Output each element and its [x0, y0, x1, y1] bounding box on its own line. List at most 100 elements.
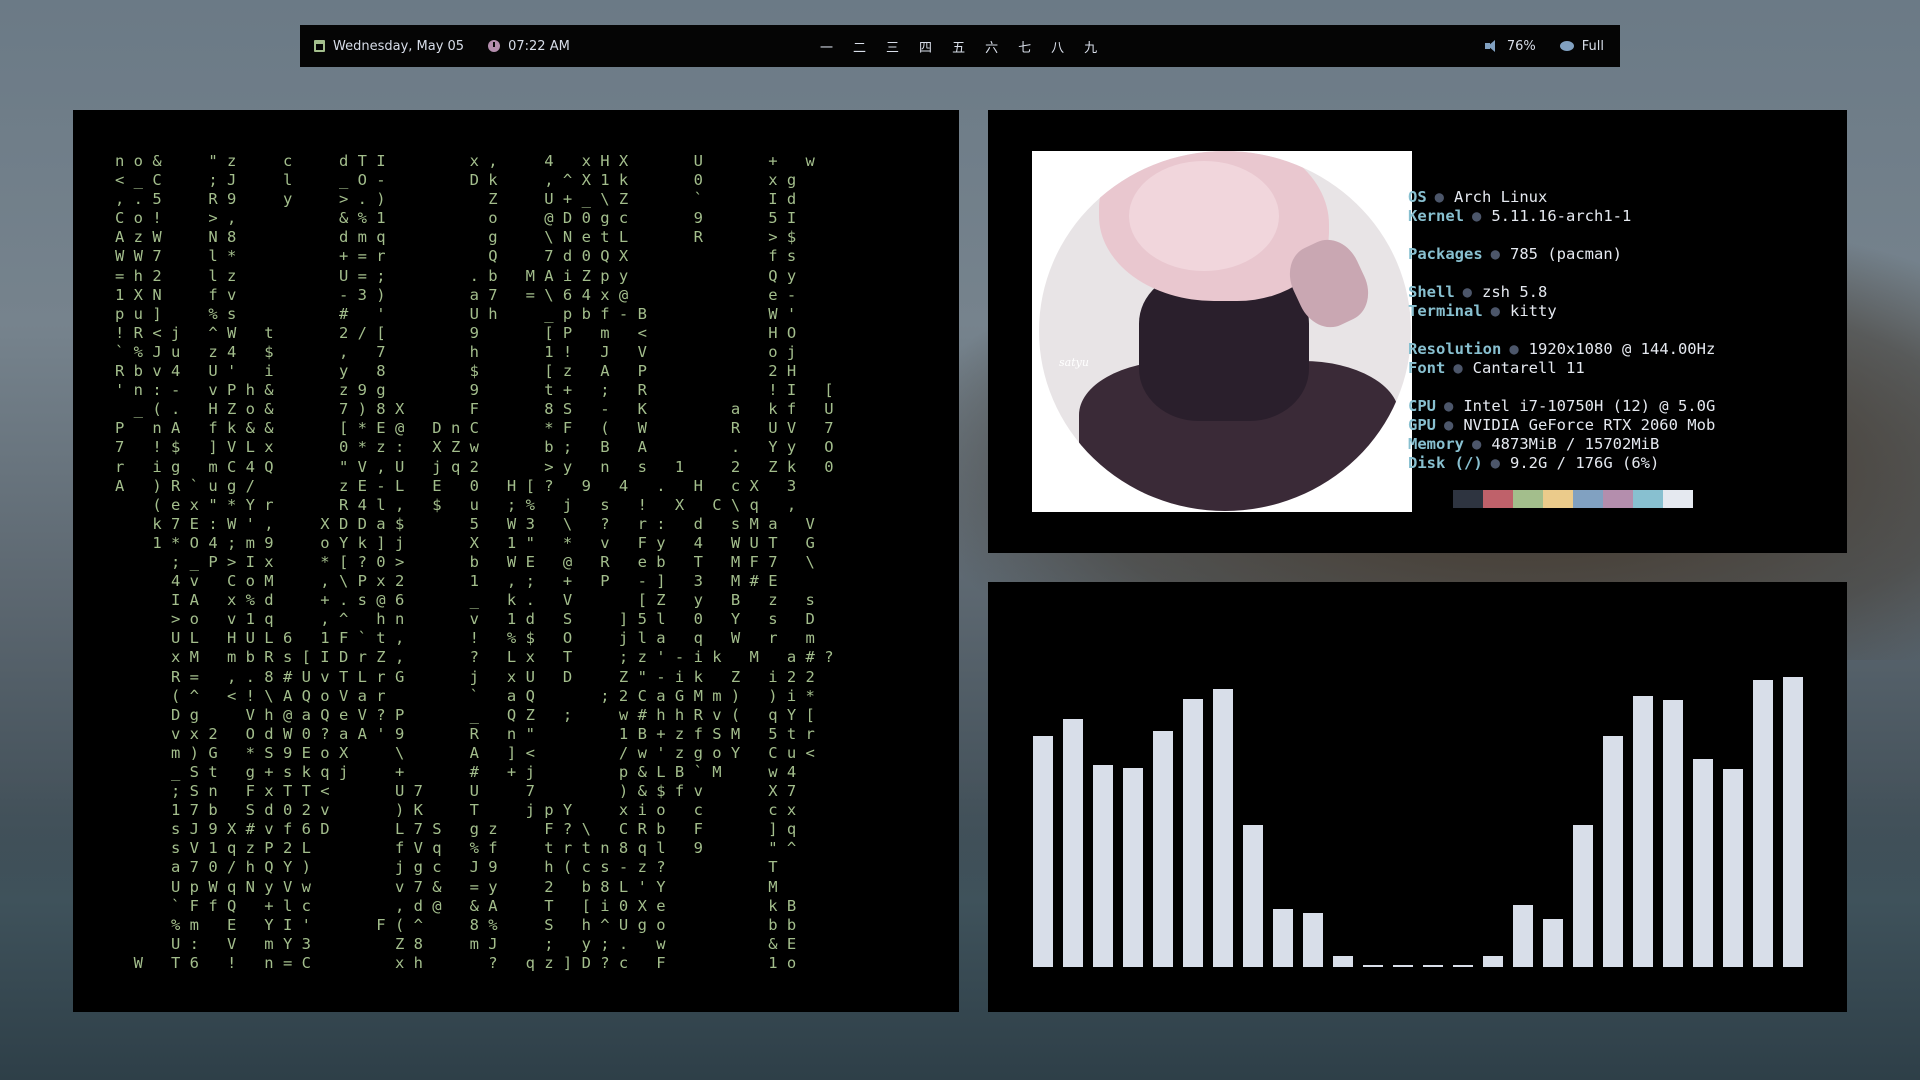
visualizer-bar — [1423, 965, 1443, 967]
workspace-2[interactable]: 二 — [853, 37, 866, 56]
workspace-3[interactable]: 三 — [886, 37, 899, 56]
bullet-icon: ● — [1490, 454, 1500, 472]
palette-swatch — [1633, 490, 1663, 508]
visualizer-bar — [1273, 909, 1293, 967]
info-value: 785 (pacman) — [1510, 245, 1622, 263]
info-row: Kernel ● 5.11.16-arch1-1 — [1408, 207, 1715, 226]
bullet-icon: ● — [1490, 302, 1500, 320]
bullet-icon: ● — [1509, 340, 1519, 358]
workspace-5[interactable]: 五 — [952, 37, 965, 56]
visualizer-bar — [1693, 759, 1713, 967]
bullet-icon: ● — [1490, 245, 1500, 263]
bullet-icon: ● — [1444, 416, 1454, 434]
info-key: Font — [1408, 359, 1446, 377]
info-key: Resolution — [1408, 340, 1502, 358]
bullet-icon: ● — [1472, 435, 1482, 453]
workspace-1[interactable]: 一 — [820, 37, 833, 56]
info-value: kitty — [1510, 302, 1557, 320]
info-value: 1920x1080 @ 144.00Hz — [1528, 340, 1716, 358]
info-row: Shell ● zsh 5.8 — [1408, 283, 1715, 302]
info-row: CPU ● Intel i7-10750H (12) @ 5.0G — [1408, 397, 1715, 416]
visualizer-bar — [1183, 699, 1203, 967]
visualizer-bar — [1783, 677, 1803, 967]
visualizer-bar — [1603, 736, 1623, 967]
palette-swatch — [1483, 490, 1513, 508]
visualizer-bar — [1723, 769, 1743, 967]
visualizer-bar — [1633, 696, 1653, 967]
info-key: Shell — [1408, 283, 1455, 301]
volume-label[interactable]: 76% — [1507, 39, 1536, 54]
top-bar-right: 76% Full — [1484, 25, 1604, 67]
info-value: zsh 5.8 — [1482, 283, 1548, 301]
system-info-list: OS ● Arch Linux Kernel ● 5.11.16-arch1-1 Packa… — [1408, 188, 1715, 473]
visualizer-bar — [1243, 825, 1263, 967]
avatar-hair-highlight — [1129, 161, 1279, 271]
bullet-icon: ● — [1472, 207, 1482, 225]
workspace-switcher: 一二三四五六七八九 — [820, 25, 1097, 67]
palette-swatch — [1603, 490, 1633, 508]
info-key: Packages — [1408, 245, 1483, 263]
matrix-terminal-window[interactable]: n o & " z c d T I x , 4 x H X U + w < _ … — [73, 110, 959, 1012]
avatar-circle: satyu — [1039, 151, 1411, 511]
visualizer-bar — [1453, 965, 1473, 967]
info-row: Terminal ● kitty — [1408, 302, 1715, 321]
visualizer-bar — [1153, 731, 1173, 967]
visualizer-bar — [1483, 956, 1503, 967]
visualizer-bar — [1213, 689, 1233, 967]
battery-icon — [1559, 41, 1574, 51]
info-row: Resolution ● 1920x1080 @ 144.00Hz — [1408, 340, 1715, 359]
visualizer-bar — [1303, 913, 1323, 967]
bullet-icon: ● — [1434, 188, 1445, 206]
info-value: Intel i7-10750H (12) @ 5.0G — [1463, 397, 1716, 415]
info-row: Disk (/) ● 9.2G / 176G (6%) — [1408, 454, 1715, 473]
info-value: Arch Linux — [1454, 188, 1548, 206]
info-key: Kernel — [1408, 207, 1464, 225]
fetch-terminal-window[interactable]: satyu OS ● Arch Linux Kernel ● 5.11.16-arch1-… — [988, 110, 1847, 553]
matrix-rain-text: n o & " z c d T I x , 4 x H X U + w < _ … — [115, 152, 834, 972]
time-label[interactable]: 07:22 AM — [508, 39, 570, 54]
palette-swatch — [1573, 490, 1603, 508]
palette-swatch — [1543, 490, 1573, 508]
info-key: CPU — [1408, 397, 1436, 415]
visualizer-bar — [1123, 768, 1143, 967]
info-row: GPU ● NVIDIA GeForce RTX 2060 Mob — [1408, 416, 1715, 435]
avatar-image: satyu — [1032, 151, 1412, 512]
top-bar: Wednesday, May 05 07:22 AM 一 二 三 四 五 六 七 八 九 76%… — [300, 25, 1620, 67]
palette-swatch — [1663, 490, 1693, 508]
workspace-8[interactable]: 八 — [1051, 37, 1064, 56]
visualizer-bar — [1363, 965, 1383, 967]
visualizer-bar — [1033, 736, 1053, 967]
visualizer-bar — [1753, 680, 1773, 967]
avatar-signature: satyu — [1059, 356, 1089, 369]
speaker-icon[interactable] — [1484, 40, 1499, 52]
info-key: Memory — [1408, 435, 1464, 453]
color-palette — [1453, 490, 1693, 508]
visualizer-bar — [1513, 905, 1533, 967]
info-value: 4873MiB / 15702MiB — [1491, 435, 1660, 453]
info-row: OS ● Arch Linux — [1408, 188, 1715, 207]
visualizer-bar — [1663, 700, 1683, 967]
workspace-7[interactable]: 七 — [1018, 37, 1031, 56]
visualizer-bar — [1573, 825, 1593, 967]
clock-icon — [488, 40, 501, 52]
calendar-icon — [314, 40, 325, 52]
workspace-4[interactable]: 四 — [919, 37, 932, 56]
info-row: Font ● Cantarell 11 — [1408, 359, 1715, 378]
info-key: Disk (/) — [1408, 454, 1483, 472]
info-key: Terminal — [1408, 302, 1483, 320]
battery-label: Full — [1581, 38, 1604, 54]
palette-swatch — [1453, 490, 1483, 508]
date-label[interactable]: Wednesday, May 05 — [333, 39, 464, 54]
workspace-6[interactable]: 六 — [985, 37, 998, 56]
info-row: Memory ● 4873MiB / 15702MiB — [1408, 435, 1715, 454]
audio-visualizer-window[interactable] — [988, 582, 1847, 1012]
top-bar-left: Wednesday, May 05 07:22 AM — [314, 25, 570, 67]
info-value: Cantarell 11 — [1472, 359, 1585, 377]
palette-swatch — [1513, 490, 1543, 508]
workspace-9[interactable]: 九 — [1084, 37, 1097, 56]
bullet-icon: ● — [1453, 359, 1463, 377]
